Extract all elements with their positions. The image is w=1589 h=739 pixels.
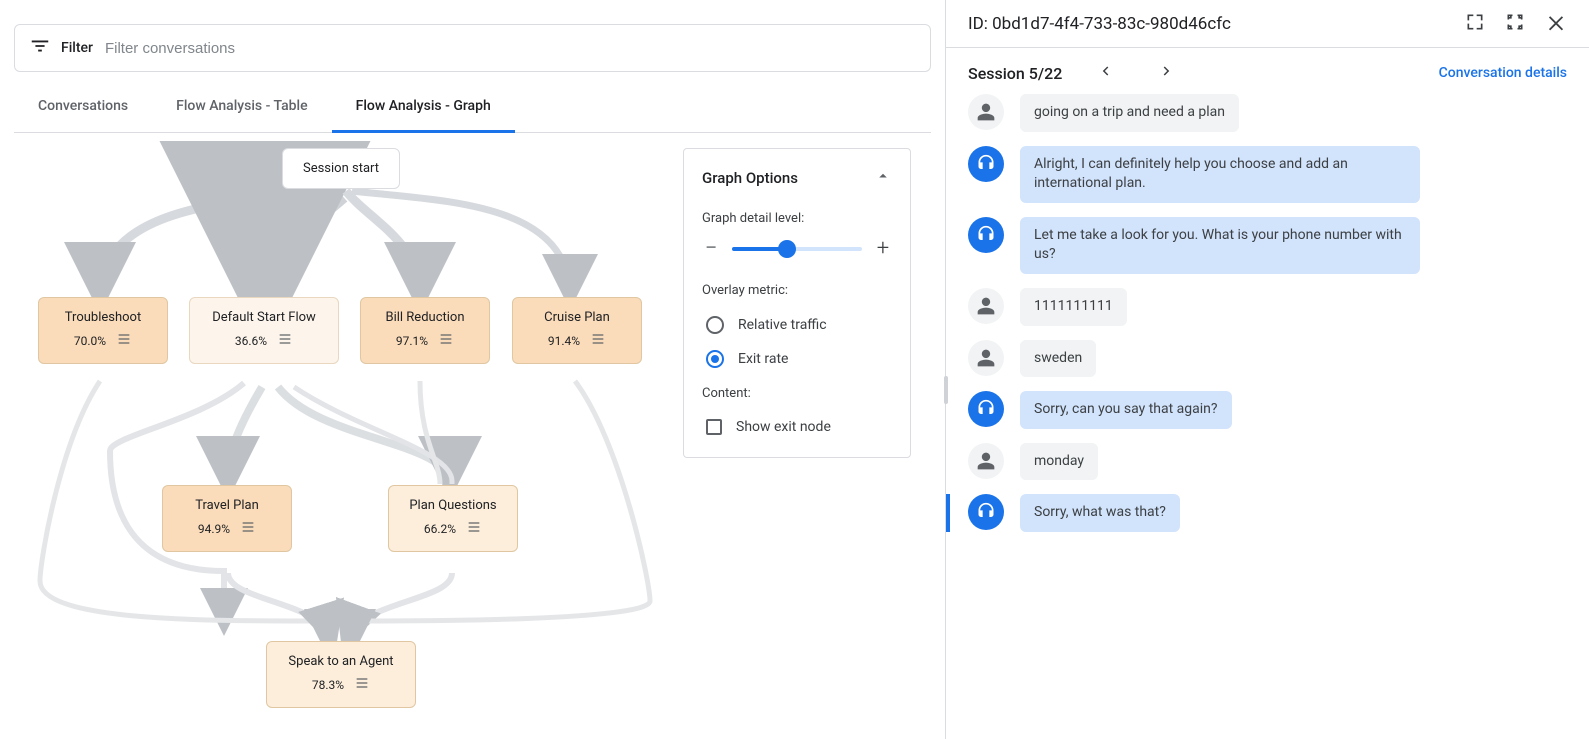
node-title: Travel Plan [195, 498, 259, 513]
agent-avatar-icon [968, 391, 1004, 427]
message-bubble: Let me take a look for you. What is your… [1020, 217, 1420, 274]
radio-label: Exit rate [738, 351, 788, 367]
conversation-details-link[interactable]: Conversation details [1439, 65, 1567, 81]
chevron-up-icon[interactable] [874, 167, 892, 189]
list-icon[interactable] [240, 519, 256, 539]
message-bubble: Sorry, can you say that again? [1020, 391, 1232, 429]
slider-thumb[interactable] [778, 240, 796, 258]
message-row[interactable]: Let me take a look for you. What is your… [968, 217, 1575, 274]
node-title: Troubleshoot [65, 310, 141, 325]
node-metric: 36.6% [235, 334, 267, 348]
list-icon[interactable] [590, 331, 606, 351]
node-metric: 70.0% [74, 334, 106, 348]
message-bubble: 1111111111 [1020, 288, 1127, 326]
agent-avatar-icon [968, 217, 1004, 253]
node-metric: 66.2% [424, 522, 456, 536]
radio-icon [706, 350, 724, 368]
node-metric: 78.3% [312, 678, 344, 692]
message-bubble: going on a trip and need a plan [1020, 94, 1239, 132]
fullscreen-exit-icon[interactable] [1505, 12, 1525, 36]
node-metric: 94.9% [198, 522, 230, 536]
pane-drag-handle[interactable] [944, 376, 948, 404]
message-row[interactable]: monday [968, 443, 1575, 481]
node-travel-plan[interactable]: Travel Plan 94.9% [162, 485, 292, 552]
node-title: Cruise Plan [544, 310, 610, 325]
filter-bar[interactable]: Filter [14, 24, 931, 72]
radio-relative-traffic[interactable]: Relative traffic [702, 308, 892, 342]
message-row[interactable]: Sorry, can you say that again? [968, 391, 1575, 429]
tab-conversations[interactable]: Conversations [14, 82, 152, 133]
node-title: Bill Reduction [385, 310, 464, 325]
message-row[interactable]: sweden [968, 340, 1575, 378]
user-avatar-icon [968, 340, 1004, 376]
node-plan-questions[interactable]: Plan Questions 66.2% [388, 485, 518, 552]
agent-avatar-icon [968, 146, 1004, 182]
node-title: Default Start Flow [212, 310, 316, 325]
radio-label: Relative traffic [738, 317, 827, 333]
content-label: Content: [702, 386, 892, 401]
increase-detail-button[interactable]: + [874, 236, 892, 261]
messages-list: going on a trip and need a plan Alright, … [946, 94, 1589, 552]
message-row[interactable]: Alright, I can definitely help you choos… [968, 146, 1575, 203]
fullscreen-icon[interactable] [1465, 12, 1485, 36]
detail-slider[interactable] [732, 247, 862, 251]
message-bubble: Alright, I can definitely help you choos… [1020, 146, 1420, 203]
message-row[interactable]: 1111111111 [968, 288, 1575, 326]
radio-icon [706, 316, 724, 334]
checkbox-label: Show exit node [736, 419, 831, 435]
user-avatar-icon [968, 443, 1004, 479]
filter-icon [29, 35, 51, 61]
node-title: Session start [303, 161, 379, 176]
filter-input[interactable] [103, 39, 916, 58]
node-default-start-flow[interactable]: Default Start Flow 36.6% [189, 297, 339, 364]
node-troubleshoot[interactable]: Troubleshoot 70.0% [38, 297, 168, 364]
message-row[interactable]: going on a trip and need a plan [968, 94, 1575, 132]
message-bubble: Sorry, what was that? [1020, 494, 1180, 532]
list-icon[interactable] [466, 519, 482, 539]
session-id-label: ID: 0bd1d7-4f4-733-83c-980d46cfc [968, 14, 1231, 34]
overlay-metric-label: Overlay metric: [702, 283, 892, 298]
flow-graph[interactable]: Session start Troubleshoot 70.0% Default… [0, 141, 945, 739]
node-metric: 91.4% [548, 334, 580, 348]
list-icon[interactable] [277, 331, 293, 351]
node-cruise-plan[interactable]: Cruise Plan 91.4% [512, 297, 642, 364]
session-counter: Session 5/22 [968, 64, 1062, 83]
list-icon[interactable] [438, 331, 454, 351]
tabs: Conversations Flow Analysis - Table Flow… [14, 82, 931, 133]
user-avatar-icon [968, 288, 1004, 324]
node-metric: 97.1% [396, 334, 428, 348]
detail-level-label: Graph detail level: [702, 211, 892, 226]
node-title: Speak to an Agent [288, 654, 393, 669]
user-avatar-icon [968, 94, 1004, 130]
node-title: Plan Questions [409, 498, 496, 513]
options-title: Graph Options [702, 169, 798, 187]
list-icon[interactable] [354, 675, 370, 695]
message-bubble: sweden [1020, 340, 1096, 378]
agent-avatar-icon [968, 494, 1004, 530]
checkbox-icon [706, 419, 722, 435]
tab-flow-analysis-graph[interactable]: Flow Analysis - Graph [332, 82, 515, 133]
graph-options-panel: Graph Options Graph detail level: − + Ov… [683, 148, 911, 458]
next-session-button[interactable] [1158, 62, 1176, 84]
list-icon[interactable] [116, 331, 132, 351]
close-icon[interactable] [1545, 11, 1567, 37]
node-speak-to-an-agent[interactable]: Speak to an Agent 78.3% [266, 641, 416, 708]
filter-label: Filter [61, 40, 93, 56]
checkbox-show-exit-node[interactable]: Show exit node [702, 411, 892, 443]
tab-flow-analysis-table[interactable]: Flow Analysis - Table [152, 82, 332, 133]
message-bubble: monday [1020, 443, 1098, 481]
message-row[interactable]: Sorry, what was that? [968, 494, 1575, 532]
prev-session-button[interactable] [1096, 62, 1114, 84]
decrease-detail-button[interactable]: − [702, 236, 720, 261]
node-bill-reduction[interactable]: Bill Reduction 97.1% [360, 297, 490, 364]
radio-exit-rate[interactable]: Exit rate [702, 342, 892, 376]
node-session-start[interactable]: Session start [282, 148, 400, 189]
